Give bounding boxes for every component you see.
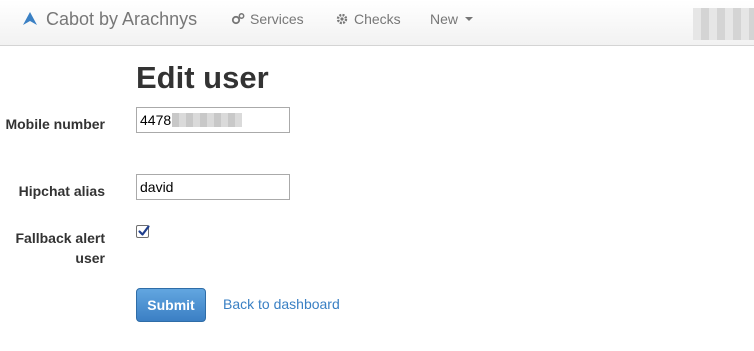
- brand-name: Cabot by Arachnys: [46, 8, 198, 29]
- chevron-down-icon: [465, 17, 474, 21]
- mobile-number-value: 4478: [140, 112, 172, 128]
- gear-icon: [336, 13, 348, 25]
- page-title: Edit user: [136, 60, 269, 95]
- nav-services-label: Services: [250, 11, 304, 27]
- hipchat-alias-label: Hipchat alias: [18, 183, 105, 199]
- fallback-alert-user-checkbox[interactable]: [136, 225, 150, 238]
- nav-services[interactable]: Services: [231, 0, 304, 38]
- arachnys-logo-icon: [23, 12, 37, 25]
- redacted-digits: [172, 113, 243, 127]
- mobile-number-label: Mobile number: [5, 116, 105, 132]
- brand-link[interactable]: Cabot by Arachnys: [22, 0, 197, 38]
- hipchat-alias-value: david: [140, 179, 174, 195]
- submit-button[interactable]: Submit: [136, 288, 206, 322]
- gears-icon: [231, 13, 245, 25]
- nav-checks[interactable]: Checks: [335, 0, 401, 38]
- top-navbar: Cabot by Arachnys Services Checks New: [0, 0, 754, 46]
- checkmark-icon: [138, 225, 150, 236]
- nav-new-label: New: [430, 11, 459, 27]
- mobile-number-field[interactable]: 4478: [136, 107, 290, 133]
- nav-checks-label: Checks: [354, 11, 401, 27]
- fallback-alert-user-label: Fallback alert user: [15, 230, 106, 266]
- back-to-dashboard-link[interactable]: Back to dashboard: [223, 296, 340, 312]
- nav-new-dropdown[interactable]: New: [430, 0, 474, 38]
- hipchat-alias-field[interactable]: david: [136, 174, 290, 200]
- user-menu[interactable]: [693, 8, 754, 40]
